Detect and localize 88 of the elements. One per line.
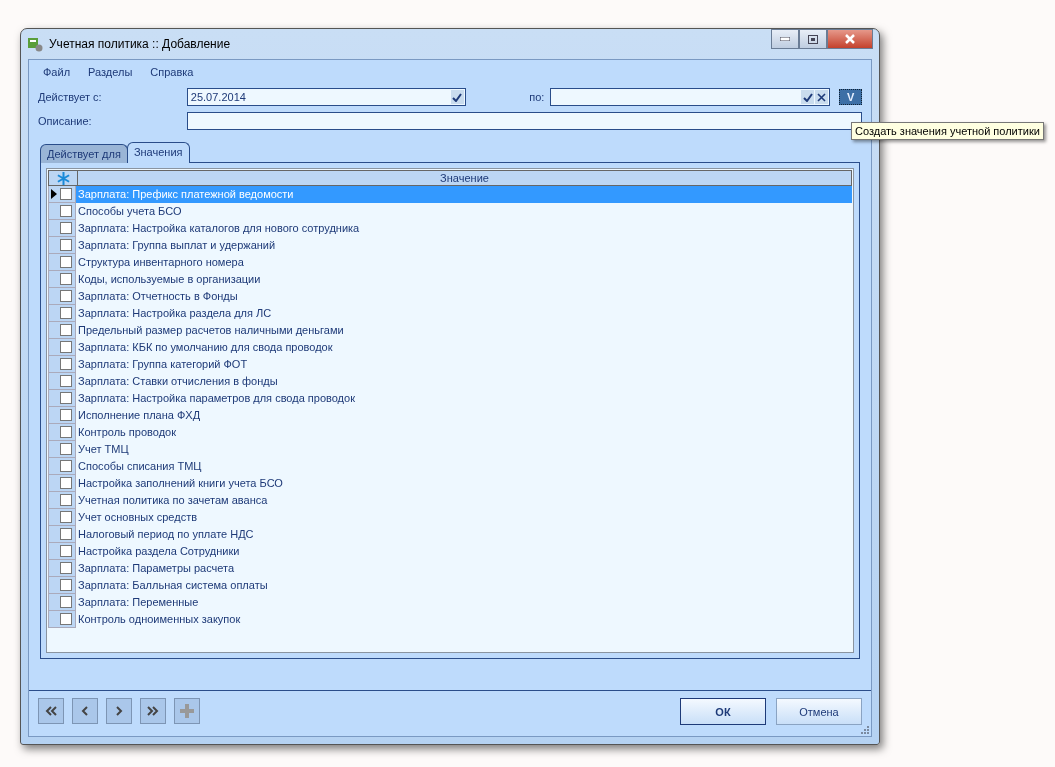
checkbox[interactable]	[60, 596, 72, 608]
minimize-icon	[780, 37, 790, 41]
checkbox[interactable]	[60, 545, 72, 557]
maximize-button[interactable]	[799, 29, 827, 49]
checkbox[interactable]	[60, 273, 72, 285]
grid-row[interactable]: Зарплата: Отчетность в Фонды	[76, 288, 852, 305]
checkbox[interactable]	[60, 426, 72, 438]
checkbox[interactable]	[60, 409, 72, 421]
grid-row[interactable]: Способы списания ТМЦ	[76, 458, 852, 475]
tab[interactable]: Значения	[126, 142, 190, 163]
checkbox[interactable]	[60, 188, 72, 200]
checkbox[interactable]	[60, 613, 72, 625]
minimize-button[interactable]	[771, 29, 799, 49]
checkbox[interactable]	[60, 307, 72, 319]
checkbox[interactable]	[60, 375, 72, 387]
checkbox[interactable]	[60, 256, 72, 268]
grid-row[interactable]: Зарплата: Балльная система оплаты	[76, 577, 852, 594]
checkbox[interactable]	[60, 341, 72, 353]
checkbox[interactable]	[60, 290, 72, 302]
checkbox[interactable]	[60, 511, 72, 523]
grid-row[interactable]: Коды, используемые в организации	[76, 271, 852, 288]
double-chevron-right-icon	[146, 705, 160, 717]
navigation-button[interactable]	[106, 698, 132, 724]
column-header[interactable]: Значение	[78, 170, 852, 186]
field-label: Действует с:	[38, 91, 103, 103]
grid-row[interactable]: Учет основных средств	[76, 509, 852, 526]
clear-icon[interactable]	[817, 92, 827, 102]
grid-row[interactable]: Зарплата: Переменные	[76, 594, 852, 611]
grid-row[interactable]: Зарплата: Параметры расчета	[76, 560, 852, 577]
grid-row[interactable]: Учет ТМЦ	[76, 441, 852, 458]
plus-icon	[179, 703, 195, 719]
checkbox[interactable]	[60, 460, 72, 472]
grid-row[interactable]: Зарплата: Группа категорий ФОТ	[76, 356, 852, 373]
date-field[interactable]: 25.07.2014	[186, 88, 466, 106]
grid-row[interactable]: Способы учета БСО	[76, 203, 852, 220]
close-button[interactable]	[827, 29, 873, 49]
grid-row[interactable]: Настройка заполнений книги учета БСО	[76, 475, 852, 492]
grid-row[interactable]: Зарплата: Настройка каталогов для нового сотрудника	[76, 220, 852, 237]
grid-row[interactable]: Зарплата: Группа выплат и удержаний	[76, 237, 852, 254]
tab[interactable]: Действует для	[40, 144, 128, 163]
grid-row[interactable]: Учетная политика по зачетам аванса	[76, 492, 852, 509]
grid-row[interactable]: Зарплата: Настройка параметров для свода проводок	[76, 390, 852, 407]
checkbox[interactable]	[60, 205, 72, 217]
tooltip: Создать значения учетной политики	[851, 122, 1044, 140]
menu-item[interactable]: Справка	[150, 66, 194, 78]
grid-row[interactable]: Налоговый период по уплате НДС	[76, 526, 852, 543]
grid-row[interactable]: Исполнение плана ФХД	[76, 407, 852, 424]
checkbox[interactable]	[60, 443, 72, 455]
grid-row[interactable]: Зарплата: КБК по умолчанию для свода проводок	[76, 339, 852, 356]
grid-row[interactable]: Контроль одноименных закупок	[76, 611, 852, 628]
checkbox[interactable]	[60, 494, 72, 506]
checkbox[interactable]	[60, 392, 72, 404]
checkbox[interactable]	[60, 477, 72, 489]
grid-row[interactable]: Зарплата: Ставки отчисления в фонды	[76, 373, 852, 390]
checkbox[interactable]	[60, 239, 72, 251]
checkbox[interactable]	[60, 579, 72, 591]
window-title: Учетная политика :: Добавление	[49, 37, 232, 51]
dialog-button[interactable]: Отмена	[776, 698, 862, 725]
field-label: Описание:	[38, 115, 93, 127]
grid-row[interactable]: Структура инвентарного номера	[76, 254, 852, 271]
menu-item[interactable]: Разделы	[88, 66, 133, 78]
grid-row[interactable]: Предельный размер расчетов наличными деньгами	[76, 322, 852, 339]
resize-grip-icon	[859, 724, 869, 734]
row-header[interactable]	[48, 186, 76, 203]
grid-row[interactable]: Настройка раздела Сотрудники	[76, 543, 852, 560]
grid-row[interactable]: Зарплата: Настройка раздела для ЛС	[76, 305, 852, 322]
double-chevron-left-icon	[44, 705, 58, 717]
field-label: по:	[529, 91, 545, 103]
checkbox[interactable]	[60, 562, 72, 574]
check-icon[interactable]	[802, 92, 813, 102]
date-field[interactable]	[550, 88, 831, 106]
navigation-button[interactable]	[38, 698, 64, 724]
navigation-button[interactable]	[140, 698, 166, 724]
check-icon[interactable]	[452, 92, 463, 102]
close-icon	[845, 34, 855, 44]
dialog-button[interactable]: ОК	[680, 698, 766, 725]
asterisk-icon	[56, 171, 70, 185]
checkbox[interactable]	[60, 358, 72, 370]
checkbox[interactable]	[60, 222, 72, 234]
checkbox[interactable]	[60, 528, 72, 540]
checkbox[interactable]	[60, 324, 72, 336]
navigation-button[interactable]	[72, 698, 98, 724]
menu-item[interactable]: Файл	[43, 66, 71, 78]
app-icon	[27, 36, 43, 52]
grid-row[interactable]: Контроль проводок	[76, 424, 852, 441]
create-values-button[interactable]: V	[839, 89, 862, 105]
grid-corner[interactable]	[48, 170, 78, 186]
maximize-icon	[808, 34, 818, 44]
